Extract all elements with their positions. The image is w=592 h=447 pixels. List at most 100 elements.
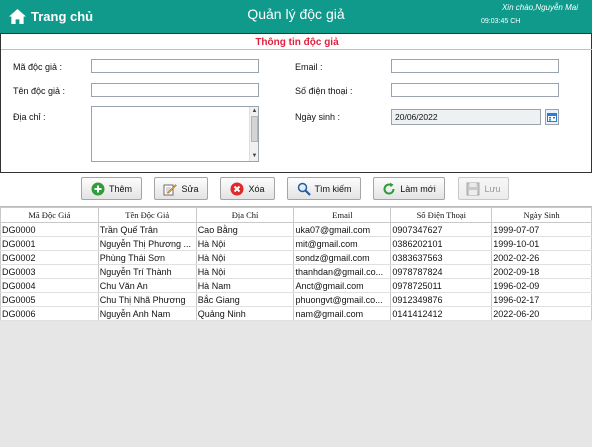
column-header[interactable]: Số Điện Thoại <box>390 207 493 223</box>
table-cell[interactable]: thanhdan@gmail.co... <box>293 264 392 279</box>
table-cell[interactable]: DG0000 <box>0 222 99 237</box>
email-label: Email : <box>295 62 323 72</box>
edit-icon <box>163 183 178 195</box>
table-cell[interactable]: DG0003 <box>0 264 99 279</box>
table-cell[interactable]: 1996-02-17 <box>491 292 592 307</box>
table-cell[interactable]: Anct@gmail.com <box>293 278 392 293</box>
table-cell[interactable]: 1999-10-01 <box>491 236 592 251</box>
table-cell[interactable]: 0383637563 <box>390 250 493 265</box>
table-row[interactable]: DG0001 Nguyễn Thị Phương ... Hà Nội mit@gma… <box>0 236 592 251</box>
save-icon <box>466 182 480 195</box>
table-cell[interactable]: 0912349876 <box>390 292 493 307</box>
column-header[interactable]: Địa Chỉ <box>195 207 295 223</box>
search-icon <box>297 182 311 196</box>
table-cell[interactable]: Nguyễn Anh Nam <box>98 306 197 321</box>
ten-doc-gia-label: Tên độc giả : <box>13 86 66 96</box>
column-header[interactable]: Mã Độc Giả <box>0 207 99 223</box>
ngay-sinh-datepicker[interactable]: 20/06/2022 <box>391 109 541 125</box>
calendar-icon <box>547 113 557 122</box>
table-cell[interactable]: DG0004 <box>0 278 99 293</box>
add-button-label: Thêm <box>108 183 132 194</box>
table-cell[interactable]: DG0002 <box>0 250 99 265</box>
dia-chi-scrollbar[interactable]: ▲ ▼ <box>249 107 258 161</box>
ma-doc-gia-label: Mã độc giả : <box>13 62 63 72</box>
table-cell[interactable]: 0907347627 <box>390 222 493 237</box>
table-cell[interactable]: 2002-09-18 <box>491 264 592 279</box>
table-cell[interactable]: Hà Nội <box>196 236 295 251</box>
clock-time: 09:03:45 CH <box>481 18 521 25</box>
column-header[interactable]: Tên Độc Giả <box>97 207 197 223</box>
table-cell[interactable]: Hà Nội <box>196 250 295 265</box>
table-cell[interactable]: Cao Bằng <box>196 222 295 237</box>
delete-icon <box>230 182 244 195</box>
table-row[interactable]: DG0005 Chu Thị Nhã Phương Bắc Giang phuongv… <box>0 292 592 307</box>
delete-button-label: Xóa <box>248 183 265 194</box>
plus-circle-icon <box>91 182 105 195</box>
column-header[interactable]: Ngày Sinh <box>491 207 592 223</box>
table-cell[interactable]: DG0006 <box>0 306 99 321</box>
table-cell[interactable]: DG0005 <box>0 292 99 307</box>
scroll-thumb[interactable] <box>251 116 258 142</box>
table-row[interactable]: DG0006 Nguyễn Anh Nam Quảng Ninh nam@gmail.… <box>0 306 592 321</box>
save-button-label: Lưu <box>484 183 501 194</box>
table-cell[interactable]: DG0001 <box>0 236 99 251</box>
email-input[interactable] <box>391 59 559 73</box>
table-row[interactable]: DG0000 Trần Quế Trân Cao Bằng uka07@gmail.c… <box>0 222 592 237</box>
section-divider <box>1 49 592 50</box>
refresh-button[interactable]: Làm mới <box>373 177 445 200</box>
refresh-icon <box>383 182 395 195</box>
table-cell[interactable]: Bắc Giang <box>196 292 295 307</box>
calendar-button[interactable] <box>545 109 559 125</box>
refresh-button-label: Làm mới <box>400 183 436 194</box>
table-header-row: Mã Độc Giả Tên Độc Giả Địa Chỉ Email Số … <box>0 207 592 223</box>
so-dien-thoai-label: Số điện thoại : <box>295 86 353 96</box>
scroll-up-icon[interactable]: ▲ <box>251 108 258 115</box>
table-cell[interactable]: Nguyễn Trí Thành <box>98 264 197 279</box>
table-cell[interactable]: 0386202101 <box>390 236 493 251</box>
app-header: Trang chủ Quản lý độc giả Xin chào,Nguyễ… <box>0 0 592 33</box>
edit-button[interactable]: Sửa <box>154 177 208 200</box>
table-cell[interactable]: Chu Thị Nhã Phương <box>98 292 197 307</box>
table-row[interactable]: DG0002 Phùng Thái Sơn Hà Nội sondz@gmail.co… <box>0 250 592 265</box>
ngay-sinh-label: Ngày sinh : <box>295 112 341 122</box>
edit-button-label: Sửa <box>181 183 199 194</box>
readers-table: Mã Độc Giả Tên Độc Giả Địa Chỉ Email Số … <box>0 206 592 447</box>
table-cell[interactable]: 0978725011 <box>390 278 493 293</box>
column-header[interactable]: Email <box>293 207 392 223</box>
search-button-label: Tìm kiếm <box>314 183 352 194</box>
section-title: Thông tin độc giả <box>255 37 339 48</box>
so-dien-thoai-input[interactable] <box>391 83 559 97</box>
table-cell[interactable]: 2002-02-26 <box>491 250 592 265</box>
search-button[interactable]: Tìm kiếm <box>287 177 361 200</box>
readers-grid: Mã Độc Giả Tên Độc Giả Địa Chỉ Email Số … <box>0 207 592 321</box>
user-greeting: Xin chào,Nguyễn Mai <box>501 3 578 12</box>
table-cell[interactable]: uka07@gmail.com <box>293 222 392 237</box>
table-cell[interactable]: sondz@gmail.com <box>293 250 392 265</box>
table-cell[interactable]: Chu Văn An <box>98 278 197 293</box>
scroll-down-icon[interactable]: ▼ <box>251 153 258 160</box>
table-cell[interactable]: Hà Nam <box>196 278 295 293</box>
delete-button[interactable]: Xóa <box>220 177 275 200</box>
table-cell[interactable]: Nguyễn Thị Phương ... <box>98 236 197 251</box>
table-cell[interactable]: 0141412412 <box>390 306 493 321</box>
add-button[interactable]: Thêm <box>81 177 142 200</box>
table-cell[interactable]: Quảng Ninh <box>196 306 295 321</box>
dia-chi-textarea[interactable]: ▲ ▼ <box>91 106 259 162</box>
table-cell[interactable]: Phùng Thái Sơn <box>98 250 197 265</box>
table-cell[interactable]: 1999-07-07 <box>491 222 592 237</box>
table-cell[interactable]: Trần Quế Trân <box>98 222 197 237</box>
table-row[interactable]: DG0004 Chu Văn An Hà Nam Anct@gmail.com 0978… <box>0 278 592 293</box>
table-cell[interactable]: phuongvt@gmail.co... <box>293 292 392 307</box>
save-button[interactable]: Lưu <box>458 177 509 200</box>
table-row[interactable]: DG0003 Nguyễn Trí Thành Hà Nội thanhdan@gma… <box>0 264 592 279</box>
ten-doc-gia-input[interactable] <box>91 83 259 97</box>
table-cell[interactable]: Hà Nội <box>196 264 295 279</box>
table-cell[interactable]: 0978787824 <box>390 264 493 279</box>
table-cell[interactable]: mit@gmail.com <box>293 236 392 251</box>
table-cell[interactable]: 2022-06-20 <box>491 306 592 321</box>
ma-doc-gia-input[interactable] <box>91 59 259 73</box>
reader-info-panel: Thông tin độc giả Mã độc giả : Tên độc g… <box>0 33 592 173</box>
dia-chi-label: Địa chỉ : <box>13 112 46 122</box>
table-cell[interactable]: 1996-02-09 <box>491 278 592 293</box>
table-cell[interactable]: nam@gmail.com <box>293 306 392 321</box>
